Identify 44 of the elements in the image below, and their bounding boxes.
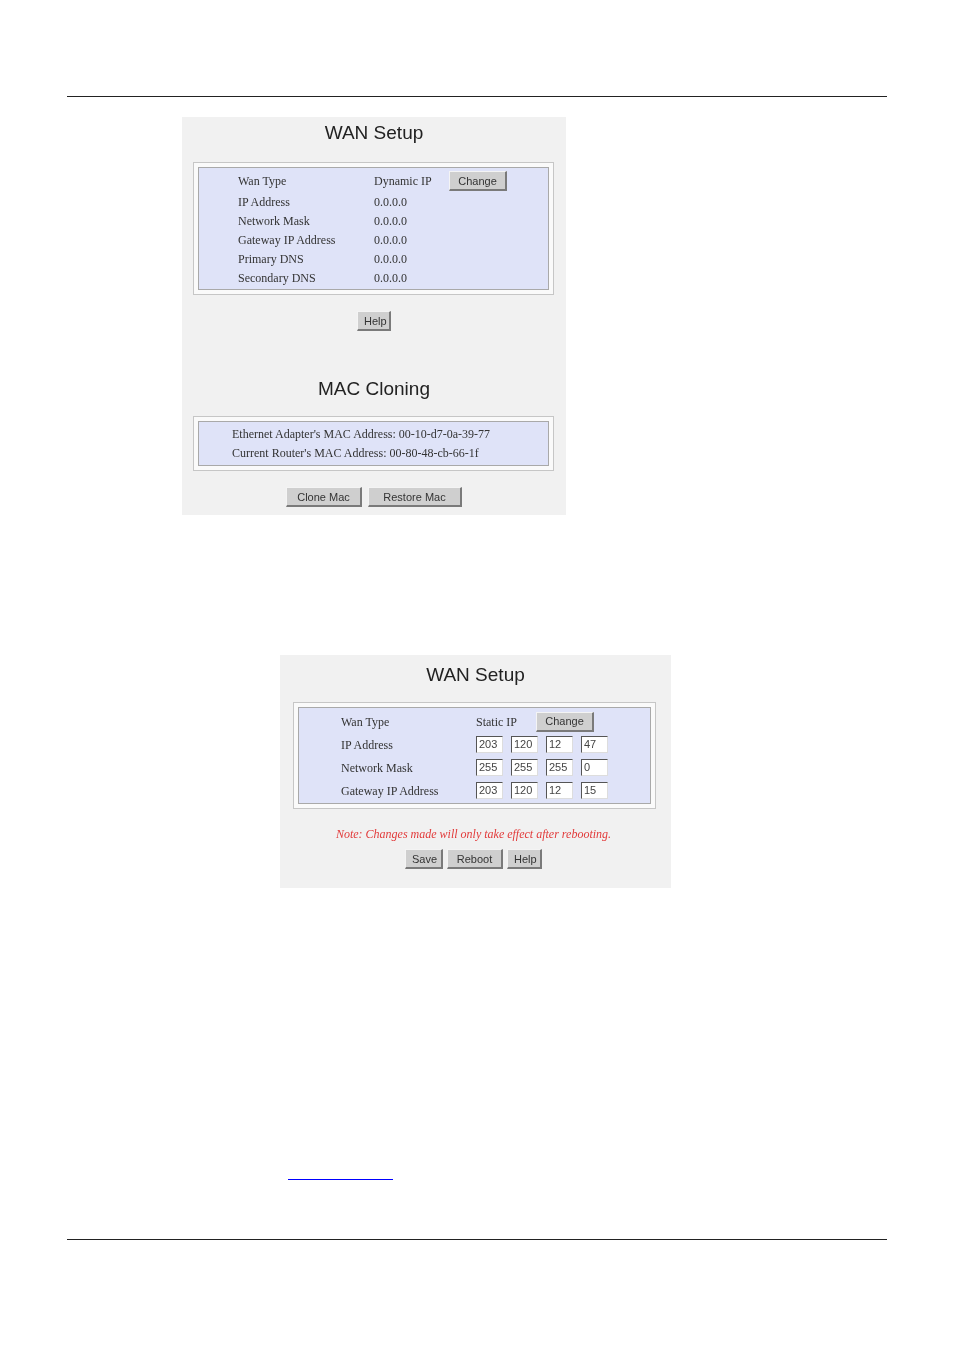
clone-mac-button[interactable]: Clone Mac — [286, 487, 362, 507]
ip-octet-field[interactable]: 12 — [546, 736, 573, 753]
reboot-button[interactable]: Reboot — [447, 849, 503, 869]
field-label: Wan Type — [237, 173, 288, 190]
save-button[interactable]: Save — [405, 849, 443, 869]
field-label: Primary DNS — [237, 250, 305, 268]
help-button[interactable]: Help — [507, 849, 542, 869]
mac-address-text: Ethernet Adapter's MAC Address: 00-10-d7-0a-39-77 — [232, 426, 492, 443]
section-title: MAC Cloning — [318, 378, 430, 400]
ip-octet-field[interactable]: 203 — [476, 782, 503, 799]
field-value: 0.0.0.0 — [374, 269, 408, 287]
help-button[interactable]: Help — [357, 311, 391, 331]
reboot-note: Note: Changes made will only take effect after rebooting. — [335, 826, 612, 842]
field-label: Network Mask — [340, 759, 414, 777]
field-value: Static IP — [476, 713, 518, 731]
field-label: Gateway IP Address — [237, 231, 337, 249]
ip-octet-field[interactable]: 255 — [476, 759, 503, 776]
change-button[interactable]: Change — [536, 711, 594, 732]
section-title: WAN Setup — [426, 664, 525, 686]
ip-octet-field[interactable]: 255 — [546, 759, 573, 776]
ip-octet-field[interactable]: 15 — [581, 782, 608, 799]
change-button[interactable]: Change — [449, 171, 507, 191]
ip-octet-field[interactable]: 120 — [511, 782, 538, 799]
ip-octet-field[interactable]: 12 — [546, 782, 573, 799]
restore-mac-button[interactable]: Restore Mac — [368, 487, 462, 507]
field-label: Secondary DNS — [237, 269, 317, 287]
section-title: WAN Setup — [324, 122, 424, 144]
field-label: Wan Type — [340, 713, 391, 731]
hyperlink-underline[interactable] — [288, 1179, 393, 1180]
ip-octet-field[interactable]: 255 — [511, 759, 538, 776]
field-label: IP Address — [340, 736, 394, 754]
ip-octet-field[interactable]: 47 — [581, 736, 608, 753]
mac-address-text: Current Router's MAC Address: 00-80-48-cb-66-1f — [232, 445, 480, 462]
ip-octet-field[interactable]: 203 — [476, 736, 503, 753]
field-value: Dynamic IP — [374, 173, 433, 190]
field-label: Network Mask — [237, 212, 311, 230]
field-value: 0.0.0.0 — [374, 231, 408, 249]
field-label: IP Address — [237, 193, 291, 211]
ip-octet-field[interactable]: 120 — [511, 736, 538, 753]
field-value: 0.0.0.0 — [374, 193, 408, 211]
field-value: 0.0.0.0 — [374, 212, 408, 230]
field-label: Gateway IP Address — [340, 782, 440, 800]
ip-octet-field[interactable]: 0 — [581, 759, 608, 776]
field-value: 0.0.0.0 — [374, 250, 408, 268]
